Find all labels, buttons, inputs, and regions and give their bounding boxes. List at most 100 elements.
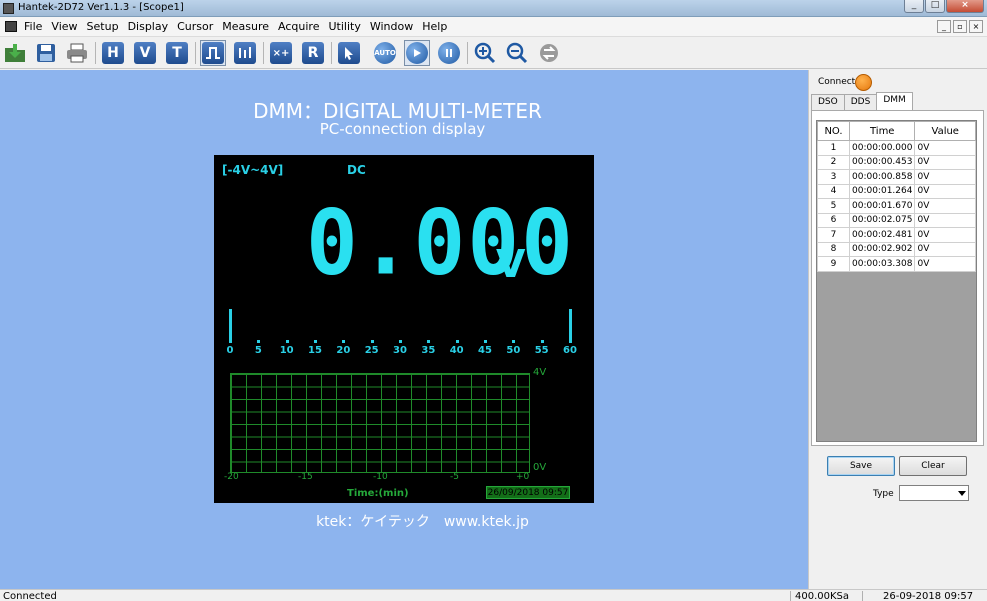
menu-file[interactable]: File [24,20,42,33]
scale-label: 40 [449,345,464,356]
column-header-no[interactable]: NO. [817,121,850,141]
dmm-canvas: DMM：DIGITAL MULTI-METER PC-connection di… [0,70,808,589]
app-icon [3,3,14,14]
minimize-window-button[interactable]: _ [904,0,924,13]
auto-icon[interactable]: AUTO [372,40,398,66]
table-row[interactable]: 5 00:00:01.670 0V [817,198,976,214]
table-row[interactable]: 3 00:00:00.858 0V [817,169,976,185]
pulse-icon[interactable] [200,40,226,66]
tab-dso[interactable]: DSO [811,94,845,110]
mdi-close-button[interactable]: × [969,20,983,33]
scale-label: 0 [226,345,234,356]
cursor-icon[interactable] [336,40,362,66]
cell-no: 3 [817,169,850,185]
cell-no: 8 [817,241,850,257]
menu-acquire[interactable]: Acquire [278,20,319,33]
scale-label: 10 [279,345,294,356]
y-axis-top-label: 4V [533,367,547,378]
column-header-value[interactable]: Value [914,121,976,141]
time-axis-title: Time:(min) [347,488,409,499]
window-title: Hantek-2D72 Ver1.1.3 - [Scope1] [18,2,184,13]
menu-help[interactable]: Help [422,20,447,33]
pause-icon[interactable] [436,40,462,66]
table-row[interactable]: 9 00:00:03.308 0V [817,256,976,272]
cell-value: 0V [914,183,976,199]
mdi-restore-button[interactable]: ▫ [953,20,967,33]
y-axis-bottom-label: 0V [533,462,547,473]
scale-label: 45 [478,345,492,356]
document-icon[interactable] [5,21,17,32]
x-axis-label: -5 [450,472,459,482]
right-panel: Connect: DSO DDS DMM NO. Time Value 1 00:… [808,70,987,589]
cell-value: 0V [914,227,976,243]
horizontal-icon[interactable]: H [100,40,126,66]
x-axis-label: +0 [516,472,530,482]
cell-no: 6 [817,212,850,228]
range-indicator: [-4V~4V] [222,163,284,177]
tab-dds[interactable]: DDS [843,94,878,110]
menu-view[interactable]: View [51,20,77,33]
panel-tabs: DSO DDS DMM [811,92,913,110]
reference-icon[interactable]: R [300,40,326,66]
reading-unit: V [496,242,526,286]
math-icon[interactable]: ×+ [268,40,294,66]
type-select[interactable] [899,485,969,501]
open-icon[interactable] [2,40,28,66]
scale-label: 35 [421,345,436,356]
mdi-minimize-button[interactable]: _ [937,20,951,33]
readings-table-container[interactable]: NO. Time Value 1 00:00:00.000 0V 2 00:00:00.… [816,120,977,442]
menu-measure[interactable]: Measure [222,20,269,33]
menu-utility[interactable]: Utility [328,20,360,33]
scale-dot [285,340,289,343]
swap-icon[interactable] [536,40,562,66]
connect-indicator-icon [855,74,872,91]
readings-table: NO. Time Value 1 00:00:00.000 0V 2 00:00:00.… [817,121,976,272]
cell-no: 7 [817,227,850,243]
run-icon[interactable] [404,40,430,66]
scale-label: 60 [563,345,577,356]
scale-dot [484,340,487,343]
cell-time: 00:00:00.000 [848,140,916,156]
menu-display[interactable]: Display [128,20,169,33]
tab-dmm[interactable]: DMM [876,92,913,110]
cell-value: 0V [914,154,976,170]
vertical-icon[interactable]: V [132,40,158,66]
table-row[interactable]: 4 00:00:01.264 0V [817,183,976,199]
meter-reading: 0.000 [306,190,575,296]
cell-time: 00:00:02.075 [848,212,916,228]
table-row[interactable]: 1 00:00:00.000 0V [817,140,976,156]
restore-window-button[interactable]: □ [925,0,945,13]
zoom-in-icon[interactable] [472,40,498,66]
meter-icon[interactable] [232,40,258,66]
scale-dot [455,340,459,343]
scale-label: 5 [254,345,262,356]
scale-dot [314,340,317,343]
menu-cursor[interactable]: Cursor [177,20,213,33]
table-row[interactable]: 8 00:00:02.902 0V [817,241,976,257]
cell-value: 0V [914,140,976,156]
column-header-time[interactable]: Time [848,121,916,141]
menu-setup[interactable]: Setup [87,20,119,33]
x-axis-label: -20 [224,472,239,482]
title-bar: Hantek-2D72 Ver1.1.3 - [Scope1] _ □ × [0,0,987,17]
table-row[interactable]: 6 00:00:02.075 0V [817,212,976,228]
menu-window[interactable]: Window [370,20,413,33]
x-axis-label: -15 [298,472,313,482]
zoom-out-icon[interactable] [504,40,530,66]
save-button[interactable]: Save [827,456,895,476]
cell-value: 0V [914,256,976,272]
trigger-icon[interactable]: T [164,40,190,66]
save-icon[interactable] [33,40,59,66]
connect-label: Connect: [818,77,859,87]
cell-no: 1 [817,140,850,156]
scale-label: 15 [308,345,322,356]
scale-dot [257,340,261,343]
table-row[interactable]: 2 00:00:00.453 0V [817,154,976,170]
dmm-tab-panel: NO. Time Value 1 00:00:00.000 0V 2 00:00:00.… [811,110,984,446]
scale-label: 55 [534,345,549,356]
scale-dot [540,340,544,343]
table-row[interactable]: 7 00:00:02.481 0V [817,227,976,243]
clear-button[interactable]: Clear [899,456,967,476]
close-window-button[interactable]: × [946,0,984,13]
print-icon[interactable] [64,40,90,66]
